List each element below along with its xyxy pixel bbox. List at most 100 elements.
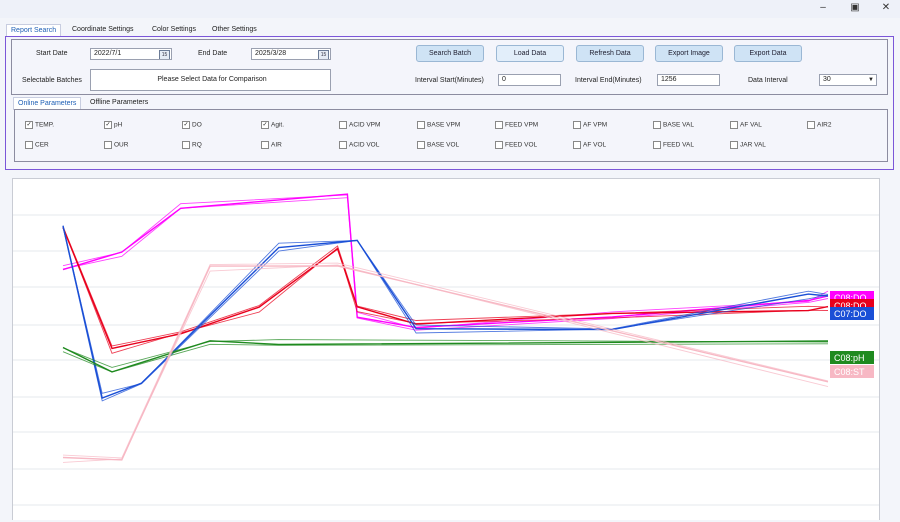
param-checkbox[interactable]: ✓ DO bbox=[182, 121, 202, 129]
param-label: AIR bbox=[271, 141, 282, 149]
param-checkbox[interactable]: AF VAL bbox=[730, 121, 762, 129]
checkbox-checked-icon[interactable]: ✓ bbox=[182, 121, 190, 129]
param-checkbox[interactable]: FEED VOL bbox=[495, 141, 537, 149]
checkbox-empty-icon[interactable] bbox=[261, 141, 269, 149]
start-date-input[interactable]: 2022/7/1 15 bbox=[90, 48, 172, 60]
checkbox-empty-icon[interactable] bbox=[807, 121, 815, 129]
title-bar: – ▣ ✕ bbox=[0, 0, 900, 18]
checkbox-empty-icon[interactable] bbox=[417, 121, 425, 129]
checkbox-empty-icon[interactable] bbox=[730, 121, 738, 129]
param-label: pH bbox=[114, 121, 123, 129]
parameter-checkbox-panel: ✓ TEMP. ✓ pH ✓ DO ✓ Agit. ACID VPM BASE VPM FEED V… bbox=[14, 109, 888, 162]
tab-color-settings[interactable]: Color Settings bbox=[152, 24, 196, 36]
checkbox-empty-icon[interactable] bbox=[417, 141, 425, 149]
checkbox-checked-icon[interactable]: ✓ bbox=[261, 121, 269, 129]
checkbox-empty-icon[interactable] bbox=[495, 141, 503, 149]
param-checkbox[interactable]: BASE VPM bbox=[417, 121, 460, 129]
checkbox-empty-icon[interactable] bbox=[495, 121, 503, 129]
calendar-icon[interactable]: 15 bbox=[159, 50, 170, 59]
series-line bbox=[62, 227, 829, 350]
param-checkbox[interactable]: FEED VPM bbox=[495, 121, 538, 129]
param-checkbox[interactable]: RQ bbox=[182, 141, 202, 149]
series-end-label: C08:ST bbox=[830, 365, 874, 378]
param-label: FEED VAL bbox=[663, 141, 694, 149]
param-label: AIR2 bbox=[817, 121, 832, 129]
tab-coordinate-settings[interactable]: Coordinate Settings bbox=[72, 24, 133, 36]
checkbox-empty-icon[interactable] bbox=[653, 121, 661, 129]
end-date-value: 2025/3/28 bbox=[255, 50, 287, 57]
data-interval-select[interactable]: 30 ▼ bbox=[819, 74, 877, 86]
chevron-down-icon: ▼ bbox=[868, 77, 874, 83]
param-label: RQ bbox=[192, 141, 202, 149]
param-checkbox[interactable]: ✓ pH bbox=[104, 121, 122, 129]
param-label: AF VOL bbox=[583, 141, 607, 149]
end-date-label: End Date bbox=[198, 50, 228, 57]
param-checkbox[interactable]: JAR VAL bbox=[730, 141, 766, 149]
param-checkbox[interactable]: AIR bbox=[261, 141, 282, 149]
data-interval-value: 30 bbox=[823, 76, 831, 83]
checkbox-empty-icon[interactable] bbox=[339, 121, 347, 129]
checkbox-empty-icon[interactable] bbox=[653, 141, 661, 149]
param-checkbox[interactable]: BASE VOL bbox=[417, 141, 459, 149]
param-checkbox[interactable]: AIR2 bbox=[807, 121, 831, 129]
end-date-input[interactable]: 2025/3/28 15 bbox=[251, 48, 331, 60]
param-checkbox[interactable]: BASE VAL bbox=[653, 121, 694, 129]
series-line bbox=[62, 265, 829, 461]
close-icon[interactable]: ✕ bbox=[877, 2, 895, 14]
refresh-data-button[interactable]: Refresh Data bbox=[576, 45, 644, 62]
param-label: JAR VAL bbox=[740, 141, 766, 149]
tab-other-settings[interactable]: Other Settings bbox=[212, 24, 257, 36]
param-checkbox[interactable]: ACID VOL bbox=[339, 141, 379, 149]
tab-offline-parameters[interactable]: Offline Parameters bbox=[90, 97, 148, 109]
param-checkbox[interactable]: FEED VAL bbox=[653, 141, 694, 149]
param-checkbox[interactable]: AF VOL bbox=[573, 141, 606, 149]
restore-icon[interactable]: ▣ bbox=[846, 2, 864, 14]
checkbox-empty-icon[interactable] bbox=[573, 121, 581, 129]
data-interval-label: Data Interval bbox=[748, 77, 788, 84]
checkbox-empty-icon[interactable] bbox=[182, 141, 190, 149]
checkbox-checked-icon[interactable]: ✓ bbox=[25, 121, 33, 129]
param-label: DO bbox=[192, 121, 202, 129]
series-line bbox=[62, 193, 829, 329]
param-label: AF VAL bbox=[740, 121, 762, 129]
checkbox-empty-icon[interactable] bbox=[104, 141, 112, 149]
load-data-button[interactable]: Load Data bbox=[496, 45, 564, 62]
param-label: TEMP. bbox=[35, 121, 55, 129]
param-label: Agit. bbox=[271, 121, 285, 129]
series-end-label: C08:pH bbox=[830, 351, 874, 364]
checkbox-checked-icon[interactable]: ✓ bbox=[104, 121, 112, 129]
param-label: ACID VOL bbox=[349, 141, 380, 149]
export-data-button[interactable]: Export Data bbox=[734, 45, 802, 62]
selectable-batches-label: Selectable Batches bbox=[22, 77, 82, 84]
export-image-button[interactable]: Export Image bbox=[655, 45, 723, 62]
start-date-value: 2022/7/1 bbox=[94, 50, 122, 57]
checkbox-empty-icon[interactable] bbox=[25, 141, 33, 149]
interval-start-label: Interval Start(Minutes) bbox=[415, 77, 484, 84]
param-checkbox[interactable]: CER bbox=[25, 141, 49, 149]
param-checkbox[interactable]: AF VPM bbox=[573, 121, 607, 129]
interval-start-input[interactable]: 0 bbox=[498, 74, 561, 86]
minimize-icon[interactable]: – bbox=[814, 2, 832, 14]
trend-chart-svg: C08:DOC08:DOC07:DOC08:pHC08:ST bbox=[13, 193, 879, 506]
calendar-icon[interactable]: 15 bbox=[318, 50, 329, 59]
interval-end-input[interactable]: 1256 bbox=[657, 74, 720, 86]
trend-chart: C08:DO C08:DO C07:DO C08:pH C08:ST bbox=[12, 178, 880, 520]
series-label-text: C08:pH bbox=[834, 353, 865, 363]
checkbox-empty-icon[interactable] bbox=[573, 141, 581, 149]
search-batch-button[interactable]: Search Batch bbox=[416, 45, 484, 62]
param-label: BASE VAL bbox=[663, 121, 694, 129]
param-label: BASE VOL bbox=[427, 141, 460, 149]
param-label: OUR bbox=[114, 141, 129, 149]
param-label: CER bbox=[35, 141, 49, 149]
series-line bbox=[62, 264, 829, 463]
checkbox-empty-icon[interactable] bbox=[730, 141, 738, 149]
param-checkbox[interactable]: ACID VPM bbox=[339, 121, 380, 129]
param-checkbox[interactable]: ✓ TEMP. bbox=[25, 121, 54, 129]
param-label: ACID VPM bbox=[349, 121, 381, 129]
checkbox-empty-icon[interactable] bbox=[339, 141, 347, 149]
search-filter-box: Start Date 2022/7/1 15 End Date 2025/3/2… bbox=[11, 39, 888, 95]
param-checkbox[interactable]: ✓ Agit. bbox=[261, 121, 284, 129]
selectable-batches-field[interactable]: Please Select Data for Comparison bbox=[90, 69, 331, 91]
param-label: BASE VPM bbox=[427, 121, 461, 129]
param-checkbox[interactable]: OUR bbox=[104, 141, 128, 149]
